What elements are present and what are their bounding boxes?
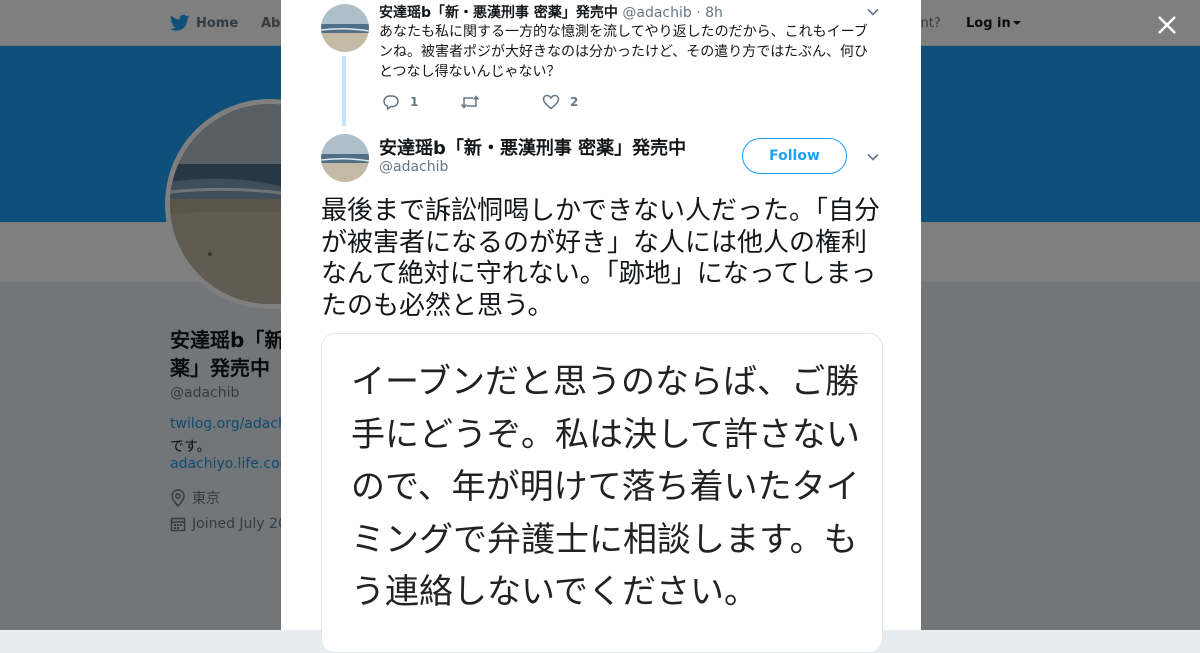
heart-icon	[542, 94, 560, 110]
reply-tweet-actions: 1 2	[382, 92, 578, 112]
thread-connector-line	[342, 56, 346, 126]
media-image-text: イーブンだと思うのならば、ご勝手にどうぞ。私は決して許さないので、年が明けて落ち…	[351, 362, 860, 612]
main-tweet-author-name[interactable]: 安達瑶b「新・悪漢刑事 密薬」発売中	[379, 134, 686, 160]
retweet-icon	[460, 95, 480, 109]
reply-count: 1	[410, 95, 419, 109]
main-tweet-avatar[interactable]	[321, 134, 369, 182]
reply-tweet-header: 安達瑶b「新・悪漢刑事 密薬」発売中 @adachib · 8h	[379, 2, 723, 22]
reply-tweet-time[interactable]: · 8h	[692, 5, 723, 21]
reply-icon	[383, 95, 399, 111]
like-button[interactable]: 2	[542, 93, 578, 111]
close-icon	[1158, 16, 1176, 34]
reply-tweet-text: あなたも私に関する一方的な憶測を流してやり返したのだから、これもイーブンね。被害…	[379, 24, 869, 80]
retweet-button[interactable]	[460, 93, 542, 111]
reply-tweet-author-handle[interactable]: @adachib	[622, 5, 691, 21]
reply-tweet-avatar[interactable]	[321, 4, 369, 52]
chevron-down-icon[interactable]	[865, 149, 881, 165]
chevron-down-icon[interactable]	[865, 4, 881, 20]
reply-button[interactable]: 1	[382, 93, 460, 111]
beach-photo	[321, 4, 369, 52]
tweet-media-image[interactable]: イーブンだと思うのならば、ご勝手にどうぞ。私は決して許さないので、年が明けて落ち…	[321, 333, 883, 653]
close-button[interactable]	[1152, 10, 1182, 40]
reply-tweet-author-name[interactable]: 安達瑶b「新・悪漢刑事 密薬」発売中	[379, 5, 618, 21]
follow-button[interactable]: Follow	[742, 138, 847, 174]
main-tweet-author-handle[interactable]: @adachib	[379, 159, 448, 175]
like-count: 2	[570, 95, 579, 109]
main-tweet-text: 最後まで訴訟恫喝しかできない人だった。「自分が被害者になるのが好き」な人には他人…	[321, 196, 881, 321]
beach-photo	[321, 134, 369, 182]
